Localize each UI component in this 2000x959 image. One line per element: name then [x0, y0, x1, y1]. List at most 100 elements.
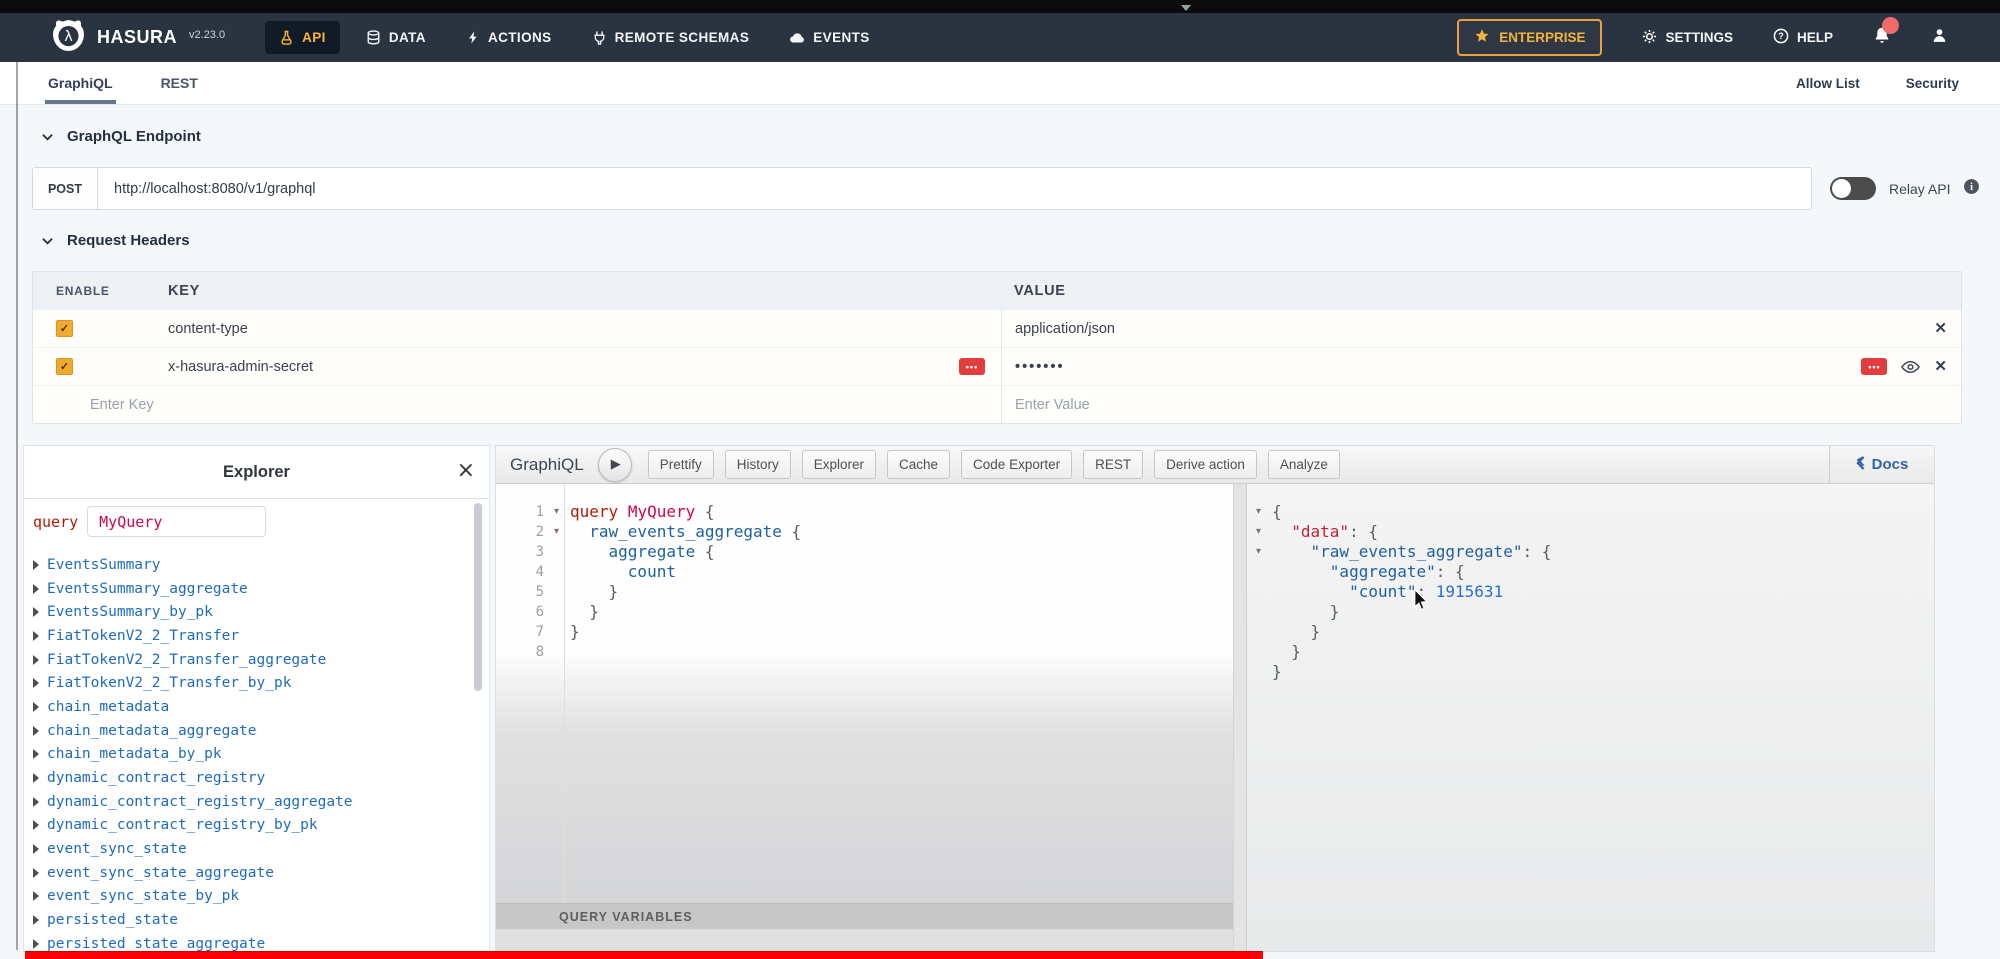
relay-api-toggle[interactable]	[1830, 177, 1876, 200]
key-cell[interactable]: content-type	[145, 310, 1001, 347]
brand[interactable]: λ HASURA v2.23.0	[50, 17, 225, 59]
remove-header-icon[interactable]: ✕	[1934, 359, 1947, 374]
remove-header-icon[interactable]: ✕	[1934, 321, 1947, 336]
nav-item-remote-schemas[interactable]: REMOTE SCHEMAS	[578, 21, 764, 54]
close-icon[interactable]: ×	[457, 458, 475, 483]
fold-arrow-icon	[549, 582, 564, 602]
endpoint-url-input[interactable]	[98, 168, 1811, 209]
fold-arrow-icon[interactable]: ▾	[549, 502, 564, 522]
explorer-field-event_sync_state_aggregate[interactable]: event_sync_state_aggregate	[33, 861, 479, 885]
explorer-field-EventsSummary[interactable]: EventsSummary	[33, 553, 479, 577]
explorer-field-chain_metadata_by_pk[interactable]: chain_metadata_by_pk	[33, 743, 479, 767]
query-variables-bar[interactable]: QUERY VARIABLES	[496, 903, 1233, 930]
tab-rest[interactable]: REST	[158, 62, 201, 104]
table-body: ✓ content-type application/json ✕ ✓ x-hasura-…	[33, 309, 1961, 385]
nav-item-data[interactable]: DATA	[352, 21, 440, 54]
explorer-field-chain_metadata[interactable]: chain_metadata	[33, 695, 479, 719]
explorer-field-persisted_state_aggregate[interactable]: persisted_state_aggregate	[33, 932, 479, 951]
code-text: query MyQuery {	[564, 502, 715, 522]
top-navbar: λ HASURA v2.23.0 API DATA ACTIONS REMOTE SC…	[0, 13, 2000, 62]
query-variables-editor[interactable]	[496, 930, 1233, 951]
explorer-field-label: chain_metadata_by_pk	[47, 746, 222, 762]
value-cell[interactable]: application/json ✕	[1001, 310, 1961, 347]
nav-item-api[interactable]: API	[265, 21, 340, 54]
code-text: "data": {	[1266, 522, 1378, 542]
nav-item-events[interactable]: EVENTS	[775, 21, 883, 55]
fold-arrow-icon[interactable]: ▾	[1251, 542, 1266, 562]
expand-triangle-icon	[33, 655, 39, 665]
help-button[interactable]: ? HELP	[1773, 28, 1833, 47]
fold-arrow-icon[interactable]: ▾	[1251, 502, 1266, 522]
code-text: "aggregate": {	[1266, 562, 1465, 582]
explorer-field-chain_metadata_aggregate[interactable]: chain_metadata_aggregate	[33, 719, 479, 743]
code-text: aggregate {	[564, 542, 715, 562]
explorer-field-dynamic_contract_registry_by_pk[interactable]: dynamic_contract_registry_by_pk	[33, 814, 479, 838]
explorer-field-FiatTokenV2_2_Transfer[interactable]: FiatTokenV2_2_Transfer	[33, 624, 479, 648]
reveal-value-eye-icon[interactable]	[1901, 360, 1920, 374]
key-cell[interactable]: x-hasura-admin-secret•••	[145, 348, 1001, 385]
code-text: }	[1266, 602, 1339, 622]
notifications-button[interactable]	[1873, 26, 1891, 49]
fold-arrow-icon[interactable]: ▾	[549, 522, 564, 542]
video-progress-bar[interactable]	[25, 951, 1263, 959]
info-icon[interactable]: i	[1963, 178, 1980, 200]
new-header-key-input[interactable]: Enter Key	[33, 386, 1001, 423]
user-menu-button[interactable]	[1931, 27, 1948, 49]
explorer-field-label: dynamic_contract_registry_by_pk	[47, 817, 318, 833]
pane-resize-handle[interactable]	[1233, 484, 1247, 951]
nav-item-actions[interactable]: ACTIONS	[452, 21, 566, 54]
explorer-field-event_sync_state[interactable]: event_sync_state	[33, 837, 479, 861]
nav-item-label: API	[302, 30, 326, 45]
tab-allow-list[interactable]: Allow List	[1793, 62, 1863, 104]
main-nav: API DATA ACTIONS REMOTE SCHEMAS EVENTS	[265, 21, 884, 55]
new-header-value-input[interactable]: Enter Value	[1001, 386, 1961, 423]
enterprise-button[interactable]: ENTERPRISE	[1457, 19, 1602, 56]
explorer-field-label: event_sync_state	[47, 841, 187, 857]
code-line: 5 }	[496, 582, 1233, 602]
line-number: 7	[496, 622, 549, 642]
nav-item-label: DATA	[389, 30, 426, 45]
explorer-field-dynamic_contract_registry[interactable]: dynamic_contract_registry	[33, 766, 479, 790]
explorer-field-event_sync_state_by_pk[interactable]: event_sync_state_by_pk	[33, 885, 479, 909]
tab-graphiql[interactable]: GraphiQL	[45, 62, 116, 104]
execute-query-button[interactable]: ▶	[598, 448, 632, 482]
window-edge-artifact	[16, 62, 18, 950]
expand-triangle-icon	[33, 749, 39, 759]
toolbar-button-code-exporter[interactable]: Code Exporter	[961, 450, 1072, 479]
question-circle-icon: ?	[1773, 28, 1789, 47]
code-line: 8	[496, 642, 1233, 662]
header-value-text: application/json	[1015, 321, 1115, 337]
explorer-field-dynamic_contract_registry_aggregate[interactable]: dynamic_contract_registry_aggregate	[33, 790, 479, 814]
header-enable-checkbox[interactable]: ✓	[56, 358, 73, 375]
request-headers-section-header[interactable]: Request Headers	[42, 232, 190, 249]
settings-button[interactable]: SETTINGS	[1642, 29, 1733, 47]
explorer-field-persisted_state[interactable]: persisted_state	[33, 908, 479, 932]
toolbar-button-explorer[interactable]: Explorer	[802, 450, 876, 479]
explorer-field-EventsSummary_aggregate[interactable]: EventsSummary_aggregate	[33, 577, 479, 601]
masked-secret-chip-icon[interactable]: •••	[1861, 358, 1887, 375]
value-cell[interactable]: ••••••••••✕	[1001, 348, 1961, 385]
toolbar-button-history[interactable]: History	[725, 450, 791, 479]
endpoint-row: POST	[32, 167, 1812, 210]
toolbar-button-analyze[interactable]: Analyze	[1268, 450, 1340, 479]
explorer-scrollbar[interactable]	[474, 503, 482, 691]
explorer-field-EventsSummary_by_pk[interactable]: EventsSummary_by_pk	[33, 600, 479, 624]
toolbar-button-prettify[interactable]: Prettify	[648, 450, 714, 479]
explorer-title: Explorer	[223, 463, 290, 482]
toolbar-button-cache[interactable]: Cache	[887, 450, 950, 479]
explorer-field-FiatTokenV2_2_Transfer_aggregate[interactable]: FiatTokenV2_2_Transfer_aggregate	[33, 648, 479, 672]
toolbar-button-derive-action[interactable]: Derive action	[1154, 450, 1257, 479]
operation-name-input[interactable]	[87, 506, 266, 537]
code-text: }	[564, 602, 599, 622]
header-enable-checkbox[interactable]: ✓	[56, 320, 73, 337]
tab-security[interactable]: Security	[1903, 62, 1962, 104]
query-editor[interactable]: 1▾query MyQuery {2▾ raw_events_aggregate…	[496, 484, 1233, 951]
toolbar-button-rest[interactable]: REST	[1083, 450, 1143, 479]
docs-button[interactable]: Docs	[1829, 446, 1934, 483]
explorer-field-FiatTokenV2_2_Transfer_by_pk[interactable]: FiatTokenV2_2_Transfer_by_pk	[33, 671, 479, 695]
fold-arrow-icon[interactable]: ▾	[1251, 522, 1266, 542]
code-text: count	[564, 562, 676, 582]
masked-secret-chip-icon[interactable]: •••	[959, 358, 985, 375]
code-line: 1▾query MyQuery {	[496, 502, 1233, 522]
graphql-endpoint-section-header[interactable]: GraphQL Endpoint	[42, 128, 201, 145]
